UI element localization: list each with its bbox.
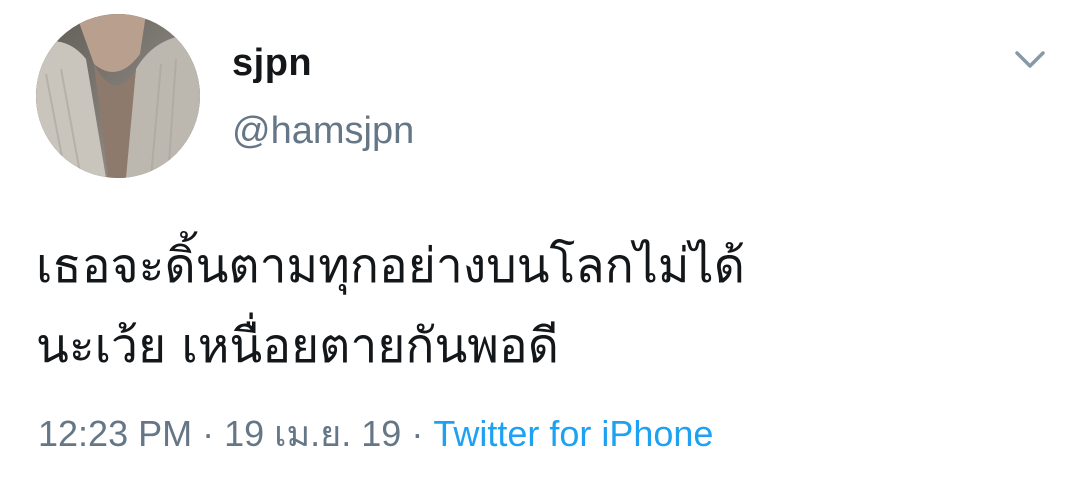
tweet-body-text: เธอจะดิ้นตามทุกอย่างบนโลกไม่ได้ นะเว้ย เ…	[36, 238, 745, 374]
avatar-photo-icon	[36, 14, 200, 178]
meta-separator: ·	[411, 413, 424, 454]
author-handle[interactable]: @hamsjpn	[232, 108, 414, 154]
meta-separator: ·	[202, 413, 215, 454]
tweet-source-link[interactable]: Twitter for iPhone	[433, 413, 713, 454]
author-avatar[interactable]	[36, 14, 200, 178]
tweet-metadata: 12:23 PM · 19 เม.ย. 19 · Twitter for iPhone	[38, 410, 713, 458]
chevron-down-icon[interactable]	[1012, 44, 1048, 74]
tweet-time[interactable]: 12:23 PM	[38, 413, 192, 454]
tweet-date[interactable]: 19 เม.ย. 19	[224, 413, 401, 454]
author-display-name[interactable]: sjpn	[232, 40, 312, 86]
tweet-card: sjpn @hamsjpn เธอจะดิ้นตามทุกอย่างบนโลกไ…	[0, 0, 1078, 492]
